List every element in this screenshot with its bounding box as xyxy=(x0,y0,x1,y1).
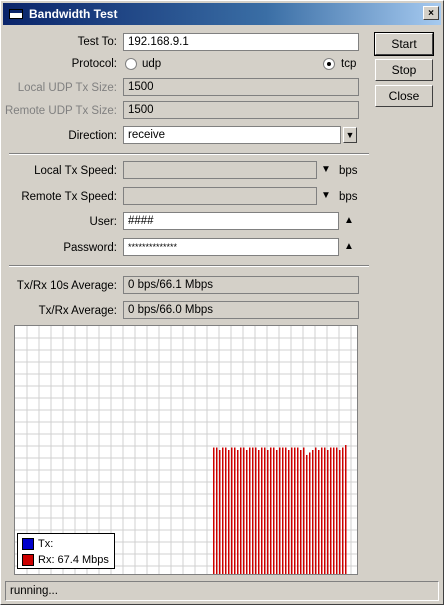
protocol-udp-label: udp xyxy=(142,58,162,70)
remote-tx-speed-unit: bps xyxy=(339,191,358,203)
local-tx-speed-label: Local Tx Speed: xyxy=(34,165,117,177)
rx-bar xyxy=(300,450,302,574)
rx-legend-label: Rx: 67.4 Mbps xyxy=(38,554,109,566)
rx-bar xyxy=(237,450,239,574)
separator xyxy=(9,153,369,155)
remote-tx-speed-field xyxy=(123,187,317,205)
separator xyxy=(9,265,369,267)
rx-bar xyxy=(321,447,323,574)
protocol-tcp-label: tcp xyxy=(341,58,357,70)
local-tx-speed-field xyxy=(123,161,317,179)
avg-10s-label: Tx/Rx 10s Average: xyxy=(16,280,117,292)
direction-label: Direction: xyxy=(68,130,117,142)
rx-bar xyxy=(327,450,329,574)
rx-legend-swatch xyxy=(22,554,34,566)
user-input[interactable]: #### xyxy=(123,212,339,230)
graph-legend: Tx: Rx: 67.4 Mbps xyxy=(17,533,115,569)
rx-bar xyxy=(339,450,341,574)
rx-bar xyxy=(222,447,224,574)
rx-bar xyxy=(225,447,227,574)
user-collapse-icon[interactable]: ▲ xyxy=(344,215,354,226)
user-label: User: xyxy=(89,216,117,228)
bandwidth-test-window: Bandwidth Test × Test To: 192.168.9.1 Pr… xyxy=(0,0,444,605)
rx-bar xyxy=(216,447,218,574)
rx-bar xyxy=(267,450,269,574)
rx-bar xyxy=(234,447,236,574)
rx-bar xyxy=(240,447,242,574)
rx-bar xyxy=(231,447,233,574)
protocol-tcp-radio[interactable] xyxy=(323,58,335,70)
rx-bar xyxy=(288,450,290,574)
rx-bar xyxy=(258,450,260,574)
avg-label: Tx/Rx Average: xyxy=(38,305,117,317)
rx-bar xyxy=(318,450,320,574)
avg-field: 0 bps/66.0 Mbps xyxy=(123,301,359,319)
rx-bar xyxy=(213,447,215,574)
rx-bar xyxy=(219,450,221,574)
rx-bar xyxy=(345,445,347,574)
remote-tx-speed-label: Remote Tx Speed: xyxy=(21,191,117,203)
rx-bar xyxy=(261,447,263,574)
title-bar[interactable]: Bandwidth Test × xyxy=(3,3,441,25)
tx-legend-swatch xyxy=(22,538,34,550)
rx-bar xyxy=(279,447,281,574)
rx-bar xyxy=(282,447,284,574)
rx-bar xyxy=(276,450,278,574)
rx-bar xyxy=(252,447,254,574)
rx-bar xyxy=(330,447,332,574)
close-icon[interactable]: × xyxy=(423,6,439,20)
local-tx-speed-unit: bps xyxy=(339,165,358,177)
local-tx-speed-dropdown-icon[interactable]: ▼ xyxy=(321,164,331,175)
protocol-udp-radio[interactable] xyxy=(125,58,137,70)
rx-bar xyxy=(246,450,248,574)
protocol-label: Protocol: xyxy=(71,58,117,70)
local-udp-tx-size-label: Local UDP Tx Size: xyxy=(17,82,117,94)
test-to-input[interactable]: 192.168.9.1 xyxy=(123,33,359,51)
window-title: Bandwidth Test xyxy=(29,7,118,21)
direction-select[interactable]: receive xyxy=(123,126,341,144)
rx-bar xyxy=(333,447,335,574)
remote-udp-tx-size-field: 1500 xyxy=(123,101,359,119)
rx-bar xyxy=(294,447,296,574)
rx-bar xyxy=(255,447,257,574)
local-udp-tx-size-field: 1500 xyxy=(123,78,359,96)
rx-bar xyxy=(285,447,287,574)
password-collapse-icon[interactable]: ▲ xyxy=(344,241,354,252)
rx-bar xyxy=(270,447,272,574)
direction-dropdown-icon[interactable]: ▼ xyxy=(343,127,357,143)
rx-bar xyxy=(315,447,317,574)
rx-bar xyxy=(243,447,245,574)
password-input[interactable]: ************** xyxy=(123,238,339,256)
rx-bar xyxy=(249,447,251,574)
rx-bar xyxy=(336,447,338,574)
tx-legend-label: Tx: xyxy=(38,538,54,550)
rx-bar xyxy=(228,450,230,574)
close-button[interactable]: Close xyxy=(375,85,433,107)
rx-bar xyxy=(264,447,266,574)
rx-bar xyxy=(291,447,293,574)
window-icon xyxy=(9,9,23,19)
rx-bar xyxy=(297,447,299,574)
avg-10s-field: 0 bps/66.1 Mbps xyxy=(123,276,359,294)
rx-bar xyxy=(342,447,344,574)
remote-udp-tx-size-label: Remote UDP Tx Size: xyxy=(4,105,117,117)
status-bar: running... xyxy=(5,581,439,601)
rx-bar xyxy=(273,447,275,574)
rx-bar xyxy=(312,450,314,574)
rx-bar xyxy=(303,447,305,574)
rx-bar xyxy=(309,452,311,574)
remote-tx-speed-dropdown-icon[interactable]: ▼ xyxy=(321,190,331,201)
start-button[interactable]: Start xyxy=(374,32,434,56)
stop-button[interactable]: Stop xyxy=(375,59,433,81)
password-label: Password: xyxy=(63,242,117,254)
test-to-label: Test To: xyxy=(77,36,117,48)
rx-bar xyxy=(306,454,308,574)
rx-bar xyxy=(324,447,326,574)
